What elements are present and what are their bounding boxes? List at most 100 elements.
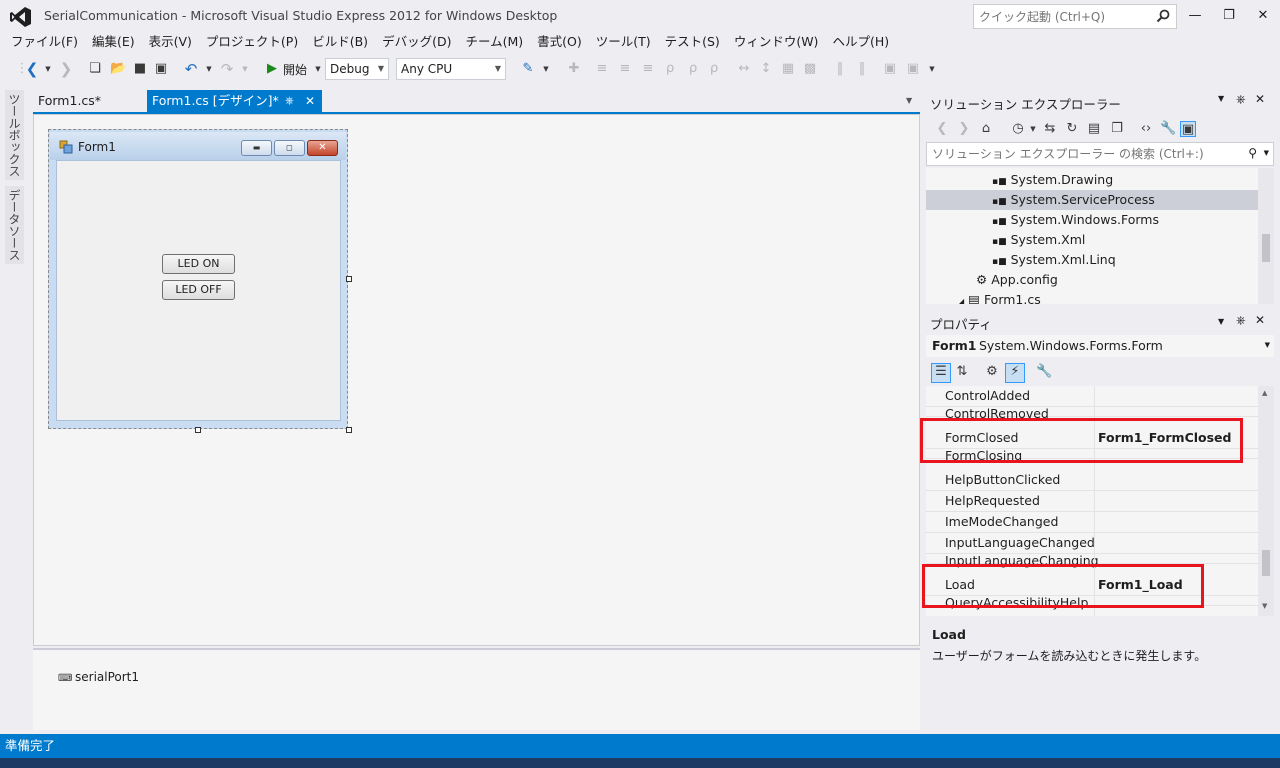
property-row[interactable]: HelpButtonClicked xyxy=(926,470,1258,491)
pane-options-icon[interactable]: ▼ xyxy=(1218,317,1224,326)
menu-window[interactable]: ウィンドウ(W) xyxy=(727,32,826,54)
properties-wrench-icon[interactable]: 🔧 xyxy=(1160,121,1176,137)
scrollbar-thumb[interactable] xyxy=(1262,234,1270,262)
tree-item-app-config[interactable]: ⚙ App.config xyxy=(976,270,1058,290)
property-row[interactable]: HelpRequested xyxy=(926,491,1258,512)
align-bottoms-icon[interactable]: ⍴ xyxy=(706,61,722,77)
view-code-icon[interactable]: ‹› xyxy=(1138,121,1154,137)
horizontal-spacing-icon[interactable]: ‖ xyxy=(832,61,848,77)
undo-icon[interactable]: ↶ xyxy=(183,61,199,77)
menu-team[interactable]: チーム(M) xyxy=(458,32,530,54)
dropdown-arrow-icon[interactable]: ▼ xyxy=(1025,121,1041,137)
undo-dropdown-icon[interactable]: ▼ xyxy=(201,61,217,77)
search-options-icon[interactable]: ▼ xyxy=(1264,149,1269,157)
toolbar-overflow-icon[interactable]: ▼ xyxy=(924,61,940,77)
new-project-icon[interactable]: ❏ xyxy=(87,61,103,77)
tree-item-reference[interactable]: ▪■ System.Drawing xyxy=(992,170,1113,190)
property-row[interactable]: ImeModeChanged xyxy=(926,512,1258,533)
vertical-spacing-icon[interactable]: ‖ xyxy=(854,61,870,77)
pin-pane-icon[interactable]: ⎈ xyxy=(1236,92,1246,107)
align-tops-icon[interactable]: ⍴ xyxy=(662,61,678,77)
properties-object-selector[interactable]: Form1 System.Windows.Forms.Form ▼ xyxy=(926,335,1274,357)
preview-selected-icon[interactable]: ▣ xyxy=(1180,121,1196,137)
solution-search-input[interactable] xyxy=(927,143,1237,165)
quick-launch-input[interactable] xyxy=(974,5,1150,28)
size-to-grid-icon[interactable]: ▩ xyxy=(802,61,818,77)
pin-pane-icon[interactable]: ⎈ xyxy=(1236,313,1246,328)
toolbar-options-icon[interactable]: ▼ xyxy=(538,61,554,77)
tree-item-reference[interactable]: ▪■ System.Windows.Forms xyxy=(992,210,1159,230)
solution-platform-select[interactable]: Any CPU ▼ xyxy=(396,58,506,80)
close-pane-icon[interactable]: ✕ xyxy=(1255,313,1265,327)
show-all-files-icon[interactable]: ❐ xyxy=(1109,121,1125,137)
menu-test[interactable]: テスト(S) xyxy=(658,32,727,54)
serialport1-component[interactable]: serialPort1 xyxy=(75,670,139,684)
menu-debug[interactable]: デバッグ(D) xyxy=(375,32,458,54)
pin-tab-icon[interactable]: ⎈ xyxy=(285,90,294,112)
close-window-button[interactable]: ✕ xyxy=(1250,6,1276,26)
scrollbar-thumb[interactable] xyxy=(1262,550,1270,576)
categorized-icon[interactable]: ☰ xyxy=(931,363,951,383)
history-icon[interactable]: ◷ xyxy=(1010,121,1026,137)
menu-view[interactable]: 表示(V) xyxy=(142,32,199,54)
menu-file[interactable]: ファイル(F) xyxy=(4,32,85,54)
start-dropdown-icon[interactable]: ▼ xyxy=(310,61,326,77)
redo-dropdown-icon[interactable]: ▼ xyxy=(237,61,253,77)
collapse-all-icon[interactable]: ▤ xyxy=(1086,121,1102,137)
menu-build[interactable]: ビルド(B) xyxy=(305,32,375,54)
open-file-icon[interactable]: 📂 xyxy=(110,61,126,77)
resize-handle-right[interactable] xyxy=(346,276,352,282)
properties-scrollbar[interactable]: ▲ ▼ xyxy=(1258,386,1274,616)
start-button-label[interactable]: 開始 xyxy=(283,61,307,78)
property-pages-icon[interactable]: 🔧 xyxy=(1036,364,1052,380)
align-lefts-icon[interactable]: ≡ xyxy=(594,61,610,77)
menu-help[interactable]: ヘルプ(H) xyxy=(825,32,896,54)
home-icon[interactable]: ⌂ xyxy=(978,121,994,137)
refresh-icon[interactable]: ↻ xyxy=(1064,121,1080,137)
menu-project[interactable]: プロジェクト(P) xyxy=(199,32,305,54)
save-icon[interactable]: ■ xyxy=(132,61,148,77)
menu-tools[interactable]: ツール(T) xyxy=(589,32,658,54)
menu-edit[interactable]: 編集(E) xyxy=(85,32,142,54)
find-in-files-icon[interactable]: ✎ xyxy=(520,61,536,77)
property-row[interactable]: ControlRemoved xyxy=(926,406,1258,428)
document-list-dropdown-icon[interactable]: ▼ xyxy=(906,96,912,105)
menu-format[interactable]: 書式(O) xyxy=(530,32,589,54)
minimize-button[interactable]: — xyxy=(1182,6,1208,26)
start-icon[interactable]: ▶ xyxy=(264,61,280,77)
redo-icon[interactable]: ↷ xyxy=(219,61,235,77)
resize-handle-corner[interactable] xyxy=(346,427,352,433)
dropdown-arrow-icon[interactable]: ▼ xyxy=(40,61,56,77)
alphabetical-icon[interactable]: ⇅ xyxy=(954,364,970,380)
resize-handle-bottom[interactable] xyxy=(195,427,201,433)
align-grid-icon[interactable]: ✚ xyxy=(566,61,582,77)
make-same-size-icon[interactable]: ▦ xyxy=(780,61,796,77)
navigate-forward-icon[interactable]: ❯ xyxy=(58,61,74,77)
send-to-back-icon[interactable]: ▣ xyxy=(905,61,921,77)
scroll-up-icon[interactable]: ▲ xyxy=(1262,389,1267,397)
tree-item-reference[interactable]: ▪■ System.Xml.Linq xyxy=(992,250,1116,270)
back-icon[interactable]: ❮ xyxy=(934,121,950,137)
navigate-back-icon[interactable]: ❮ xyxy=(24,61,40,77)
bring-to-front-icon[interactable]: ▣ xyxy=(882,61,898,77)
close-tab-icon[interactable]: ✕ xyxy=(305,90,315,112)
tree-item-reference-selected[interactable]: ▪■ System.ServiceProcess xyxy=(926,190,1258,210)
solution-config-select[interactable]: Debug ▼ xyxy=(325,58,389,80)
make-same-width-icon[interactable]: ↔ xyxy=(736,61,752,77)
tree-item-form1-cs[interactable]: ◢ ▤ Form1.cs xyxy=(958,290,1041,304)
scroll-down-icon[interactable]: ▼ xyxy=(1262,602,1267,610)
sync-icon[interactable]: ⇆ xyxy=(1042,121,1058,137)
property-row[interactable]: InputLanguageChanging xyxy=(926,553,1258,575)
make-same-height-icon[interactable]: ↕ xyxy=(758,61,774,77)
tab-form1-design[interactable]: Form1.cs [デザイン]* ⎈ ✕ xyxy=(147,90,322,112)
expand-arrow-icon[interactable]: ◢ xyxy=(958,297,964,304)
led-off-button[interactable]: LED OFF xyxy=(162,280,235,300)
tab-form1-code[interactable]: Form1.cs* xyxy=(33,90,106,112)
data-sources-tab[interactable]: データソース xyxy=(5,186,24,264)
quick-launch-box[interactable] xyxy=(973,4,1177,29)
restore-button[interactable]: ❐ xyxy=(1216,6,1242,26)
tree-item-reference[interactable]: ▪■ System.Xml xyxy=(992,230,1085,250)
close-pane-icon[interactable]: ✕ xyxy=(1255,92,1265,106)
toolbox-tab[interactable]: ツールボックス xyxy=(5,90,24,180)
align-centers-icon[interactable]: ≡ xyxy=(617,61,633,77)
